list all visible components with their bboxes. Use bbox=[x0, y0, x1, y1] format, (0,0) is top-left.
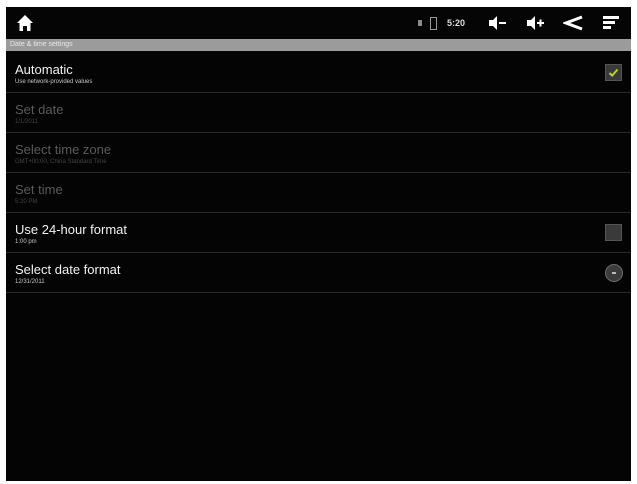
row-summary: 1/1/2011 bbox=[15, 119, 38, 125]
use-24-hour-format-row[interactable]: Use 24-hour format 1:00 pm bbox=[6, 213, 631, 253]
row-title: Use 24-hour format bbox=[15, 222, 127, 237]
settings-screen: 5:20 Date & time settings Automatic Use … bbox=[6, 7, 631, 481]
checkmark-icon bbox=[608, 68, 619, 78]
back-icon[interactable] bbox=[563, 15, 583, 31]
volume-down-icon[interactable] bbox=[487, 15, 507, 31]
automatic-checkbox[interactable] bbox=[605, 64, 622, 81]
notification-icon bbox=[417, 20, 422, 26]
row-title: Set date bbox=[15, 102, 64, 117]
row-summary: 5:20 PM bbox=[15, 199, 38, 205]
row-title: Select date format bbox=[15, 262, 121, 277]
select-date-format-row[interactable]: Select date format 12/31/2011 bbox=[6, 253, 631, 293]
status-time: 5:20 bbox=[446, 18, 465, 28]
24-hour-checkbox[interactable] bbox=[605, 224, 622, 241]
menu-icon[interactable] bbox=[601, 15, 621, 31]
volume-up-icon[interactable] bbox=[525, 15, 545, 31]
row-title: Automatic bbox=[15, 62, 73, 77]
row-summary: 12/31/2011 bbox=[15, 279, 45, 285]
status-bar-right: 5:20 bbox=[417, 7, 621, 39]
set-time-row: Set time 5:20 PM bbox=[6, 173, 631, 213]
home-icon[interactable] bbox=[16, 14, 34, 32]
settings-list: Automatic Use network-provided values Se… bbox=[6, 53, 631, 293]
row-summary: Use network-provided values bbox=[15, 79, 93, 85]
row-title: Set time bbox=[15, 182, 63, 197]
automatic-setting-row[interactable]: Automatic Use network-provided values bbox=[6, 53, 631, 93]
row-title: Select time zone bbox=[15, 142, 112, 157]
dropdown-indicator-icon[interactable] bbox=[605, 264, 623, 282]
section-header: Date & time settings bbox=[6, 39, 631, 51]
set-date-row: Set date 1/1/2011 bbox=[6, 93, 631, 133]
row-summary: 1:00 pm bbox=[15, 239, 37, 245]
status-bar: 5:20 bbox=[6, 7, 631, 39]
battery-icon bbox=[429, 16, 437, 30]
row-summary: GMT+00:00, China Standard Time bbox=[15, 159, 107, 165]
select-time-zone-row: Select time zone GMT+00:00, China Standa… bbox=[6, 133, 631, 173]
